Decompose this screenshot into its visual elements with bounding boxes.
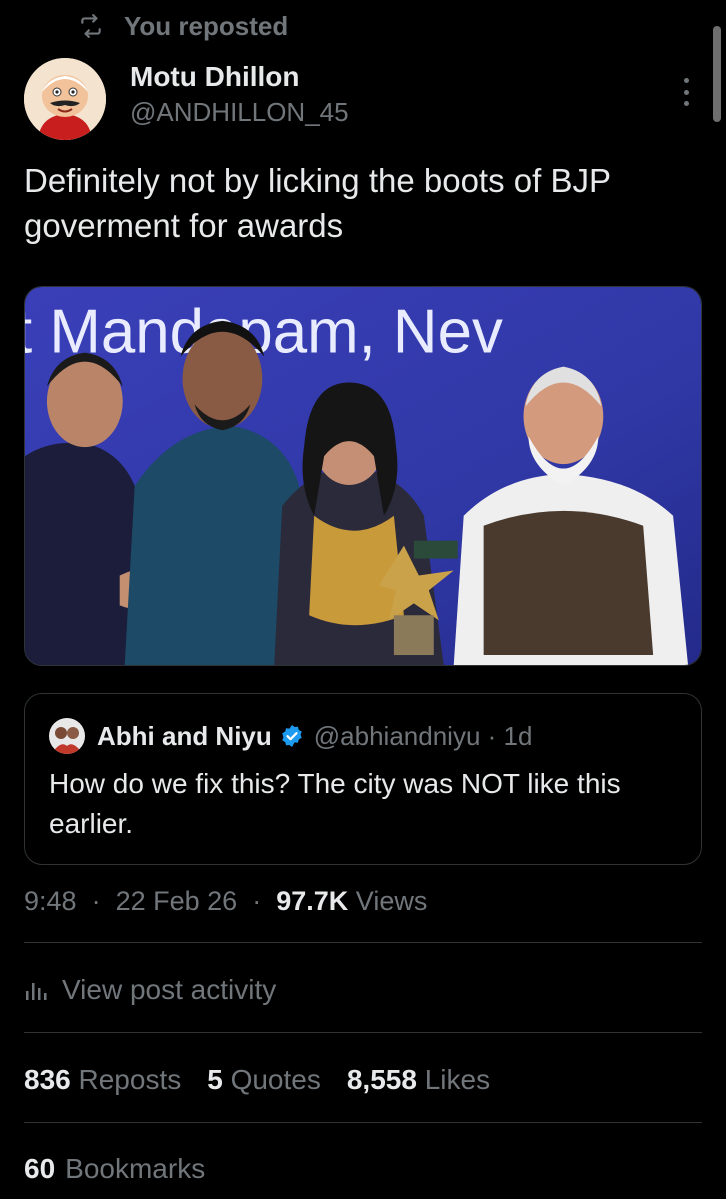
post-date[interactable]: 22 Feb 26 (116, 886, 238, 916)
divider (24, 1032, 702, 1033)
more-dot (683, 89, 689, 95)
views-label: Views (355, 886, 428, 916)
likes-count: 8,558 (346, 1064, 417, 1095)
scrollbar[interactable] (713, 26, 721, 122)
divider (24, 942, 702, 943)
activity-label: View post activity (62, 974, 277, 1005)
verified-badge-icon (280, 724, 304, 748)
reposts-stat[interactable]: 836 Reposts (24, 1064, 181, 1096)
quotes-count: 5 (207, 1064, 223, 1095)
repost-label: You reposted (124, 10, 289, 41)
likes-stat[interactable]: 8,558 Likes (347, 1064, 490, 1096)
post-text: Definitely not by licking the boots of B… (24, 162, 611, 244)
bookmarks-stat[interactable]: 60 Bookmarks (24, 1150, 205, 1188)
quotes-label: Quotes (230, 1064, 321, 1095)
author-handle[interactable]: @ANDHILLON_45 (130, 96, 349, 128)
bookmarks-count: 60 (24, 1153, 56, 1184)
quoted-post-text: How do we fix this? The city was NOT lik… (49, 768, 621, 839)
view-post-activity-button[interactable]: View post activity (24, 970, 276, 1010)
post-stats: 836 Reposts 5 Quotes 8,558 Likes (24, 1062, 490, 1098)
quoted-author-handle: @abhiandniyu · 1d (313, 720, 533, 751)
post-image[interactable]: t Mandapam, Nev (24, 286, 702, 666)
analytics-icon (26, 983, 47, 1000)
bookmarks-label: Bookmarks (65, 1153, 206, 1184)
more-dot (683, 101, 689, 106)
meta-separator: · (244, 886, 269, 916)
author-name[interactable]: Motu Dhillon (130, 60, 349, 94)
repost-indicator[interactable]: You reposted (78, 10, 288, 42)
views-count: 97.7K (276, 886, 349, 916)
quotes-stat[interactable]: 5 Quotes (207, 1064, 321, 1096)
reposts-count: 836 (24, 1064, 71, 1095)
more-options-button[interactable] (672, 74, 700, 110)
meta-separator: · (84, 886, 109, 916)
post-author[interactable]: Motu Dhillon @ANDHILLON_45 (24, 58, 349, 140)
reposts-label: Reposts (78, 1064, 182, 1095)
likes-label: Likes (424, 1064, 491, 1095)
post-time[interactable]: 9:48 (24, 886, 77, 916)
repost-icon (81, 14, 101, 38)
author-avatar[interactable] (24, 58, 106, 140)
post-meta: 9:48 · 22 Feb 26 · 97.7K Views (24, 884, 427, 918)
quoted-author-name: Abhi and Niyu (97, 720, 272, 751)
quoted-author-avatar[interactable] (49, 718, 85, 754)
more-dots-icon (683, 78, 689, 83)
quoted-post[interactable]: Abhi and Niyu @abhiandniyu · 1d How do w… (24, 693, 702, 865)
divider (24, 1122, 702, 1123)
